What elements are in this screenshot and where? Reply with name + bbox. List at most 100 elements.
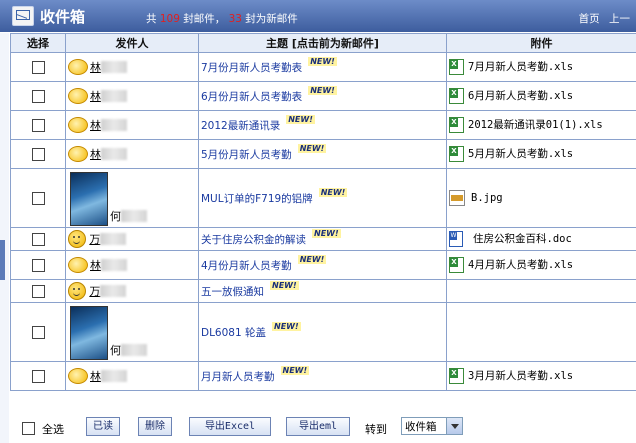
sender-name[interactable]: 万 — [89, 233, 100, 246]
action-bar: 全选 已读 删除 导出Excel 导出eml 转到 收件箱 — [10, 409, 636, 443]
sender-name[interactable]: 林 — [90, 90, 101, 103]
subject-link[interactable]: 关于住房公积金的解读 — [201, 234, 306, 246]
redacted-name — [100, 285, 127, 297]
excel-file-icon — [449, 146, 464, 162]
row-checkbox[interactable] — [31, 232, 45, 246]
unread-count: 33 — [228, 13, 242, 25]
new-badge: NEW! — [280, 365, 310, 375]
mark-read-button[interactable]: 已读 — [86, 417, 120, 436]
redacted-name — [100, 233, 127, 245]
table-row[interactable]: 林 2012最新通讯录 NEW! 2012最新通讯录01(1).xls — [10, 110, 636, 140]
subject-link[interactable]: 7月份月新人员考勤表 — [201, 62, 302, 74]
new-badge: NEW! — [318, 187, 348, 197]
prev-page-link[interactable]: 上一 — [609, 13, 630, 25]
stats-mid: 封邮件， — [183, 13, 226, 25]
page-title: 收件箱 — [40, 8, 86, 26]
attachment-link[interactable]: 4月月新人员考勤.xls — [468, 259, 573, 271]
first-page-link[interactable]: 首页 — [579, 13, 600, 25]
subject-link[interactable]: 五一放假通知 — [201, 286, 264, 298]
table-row[interactable]: 何 MUL订单的F719的铝牌 NEW! B.jpg — [10, 168, 636, 228]
subject-link[interactable]: 4月份月新人员考勤 — [201, 260, 292, 272]
inbox-header: 收件箱 共 109 封邮件， 33 封为新邮件 首页 上一 — [0, 0, 636, 32]
folder-select-value: 收件箱 — [405, 421, 437, 433]
sender-name[interactable]: 万 — [89, 285, 100, 298]
redacted-name — [101, 119, 127, 131]
excel-file-icon — [449, 88, 464, 104]
row-checkbox[interactable] — [31, 284, 45, 298]
row-checkbox[interactable] — [31, 89, 45, 103]
sender-name[interactable]: 林 — [90, 119, 101, 132]
redacted-name — [101, 370, 127, 382]
table-row[interactable]: 何 DL6081 轮盖 NEW! — [10, 302, 636, 362]
inbox-icon — [12, 6, 34, 26]
col-attachment: 附件 — [446, 33, 636, 53]
attachment-link[interactable]: 3月月新人员考勤.xls — [468, 370, 573, 382]
smiley-face-icon — [68, 88, 88, 104]
subject-link[interactable]: MUL订单的F719的铝牌 — [201, 193, 313, 205]
subject-link[interactable]: 2012最新通讯录 — [201, 120, 280, 132]
select-all-checkbox[interactable] — [22, 422, 35, 435]
redacted-name — [101, 61, 127, 73]
smiley-face-icon — [68, 230, 86, 248]
attachment-link[interactable]: 2012最新通讯录01(1).xls — [468, 119, 603, 131]
export-eml-button[interactable]: 导出eml — [286, 417, 350, 436]
sender-name[interactable]: 何 — [110, 210, 121, 223]
sender-name[interactable]: 林 — [90, 370, 101, 383]
stats-prefix: 共 — [146, 13, 157, 25]
col-select: 选择 — [10, 33, 66, 53]
move-to-label: 转到 — [365, 423, 387, 436]
new-badge: NEW! — [297, 254, 327, 264]
smiley-face-icon — [68, 257, 88, 273]
table-row[interactable]: 林 月月新人员考勤 NEW! 3月月新人员考勤.xls — [10, 361, 636, 391]
subject-link[interactable]: 月月新人员考勤 — [201, 371, 275, 383]
attachment-link[interactable]: 7月月新人员考勤.xls — [468, 61, 573, 73]
row-checkbox[interactable] — [31, 60, 45, 74]
excel-file-icon — [449, 257, 464, 273]
redacted-name — [101, 90, 127, 102]
sender-name[interactable]: 林 — [90, 148, 101, 161]
left-strip — [0, 33, 9, 443]
col-subject: 主题 [点击前为新邮件] — [198, 33, 447, 53]
chevron-down-icon[interactable] — [446, 418, 462, 434]
new-badge: NEW! — [297, 143, 327, 153]
table-row[interactable]: 林 6月份月新人员考勤表 NEW! 6月月新人员考勤.xls — [10, 81, 636, 111]
sender-name[interactable]: 林 — [90, 61, 101, 74]
delete-button[interactable]: 删除 — [138, 417, 172, 436]
mail-stats: 共 109 封邮件， 33 封为新邮件 — [146, 11, 298, 26]
subject-link[interactable]: 6月份月新人员考勤表 — [201, 91, 302, 103]
col-sender: 发件人 — [65, 33, 199, 53]
attachment-link[interactable]: 住房公积金百科.doc — [473, 233, 572, 245]
row-checkbox[interactable] — [31, 258, 45, 272]
attachment-link[interactable]: B.jpg — [471, 192, 503, 204]
image-file-icon — [449, 190, 465, 206]
side-collapse-handle[interactable] — [0, 240, 5, 280]
redacted-name — [101, 259, 127, 271]
sender-name[interactable]: 何 — [110, 344, 121, 357]
row-checkbox[interactable] — [31, 325, 45, 339]
attachment-link[interactable]: 5月月新人员考勤.xls — [468, 148, 573, 160]
row-checkbox[interactable] — [31, 147, 45, 161]
smiley-face-icon — [68, 282, 86, 300]
select-all-label: 全选 — [42, 423, 64, 436]
new-badge: NEW! — [270, 280, 299, 290]
table-row[interactable]: 林 4月份月新人员考勤 NEW! 4月月新人员考勤.xls — [10, 250, 636, 280]
table-row[interactable]: 林 7月份月新人员考勤表 NEW! 7月月新人员考勤.xls — [10, 52, 636, 82]
new-badge: NEW! — [286, 114, 315, 124]
pager: 首页 上一 — [573, 11, 630, 26]
export-excel-button[interactable]: 导出Excel — [189, 417, 271, 436]
table-row[interactable]: 万 关于住房公积金的解读 NEW! 住房公积金百科.doc — [10, 227, 636, 251]
smiley-face-icon — [68, 117, 88, 133]
table-row[interactable]: 林 5月份月新人员考勤 NEW! 5月月新人员考勤.xls — [10, 139, 636, 169]
new-badge: NEW! — [272, 321, 301, 331]
table-row[interactable]: 万 五一放假通知 NEW! — [10, 279, 636, 303]
subject-link[interactable]: DL6081 轮盖 — [201, 327, 266, 339]
attachment-link[interactable]: 6月月新人员考勤.xls — [468, 90, 573, 102]
smiley-face-icon — [68, 146, 88, 162]
row-checkbox[interactable] — [31, 369, 45, 383]
redacted-name — [121, 210, 147, 222]
sender-name[interactable]: 林 — [90, 259, 101, 272]
row-checkbox[interactable] — [31, 118, 45, 132]
subject-link[interactable]: 5月份月新人员考勤 — [201, 149, 292, 161]
row-checkbox[interactable] — [31, 191, 45, 205]
folder-select[interactable]: 收件箱 — [401, 417, 463, 435]
